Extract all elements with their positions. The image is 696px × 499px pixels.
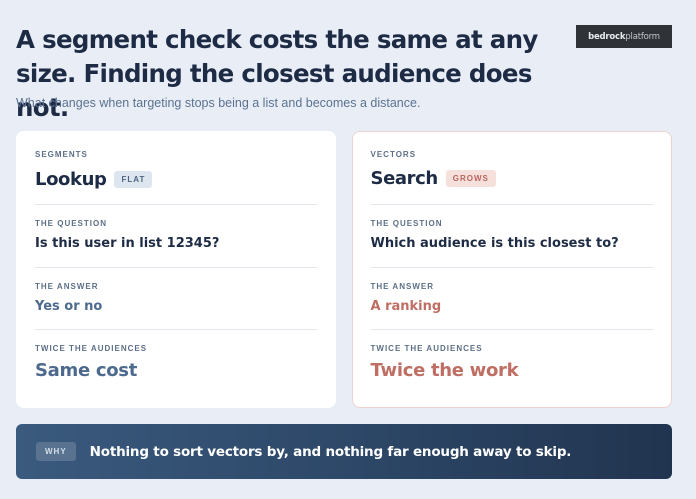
card-eyebrow: VECTORS — [370, 149, 417, 159]
twice-label: TWICE THE AUDIENCES — [370, 343, 483, 353]
answer-label: THE ANSWER — [35, 282, 99, 291]
page-subtitle: What changes when targeting stops being … — [16, 96, 421, 110]
answer-text: A ranking — [370, 298, 442, 314]
logo-word-light: platform — [625, 31, 660, 42]
question-text: Is this user in list 12345? — [35, 236, 220, 251]
question-label: THE QUESTION — [35, 219, 108, 228]
answer-text: Yes or no — [35, 299, 103, 314]
divider — [370, 266, 654, 268]
card-heading-row: Search GROWS — [371, 168, 654, 190]
why-text: Nothing to sort vectors by, and nothing … — [89, 443, 572, 460]
why-banner: WHY Nothing to sort vectors by, and noth… — [16, 424, 672, 479]
divider — [35, 329, 317, 330]
twice-label: TWICE THE AUDIENCES — [35, 344, 148, 353]
card-heading-row: Lookup FLAT — [35, 168, 317, 190]
grows-badge: GROWS — [445, 170, 496, 187]
answer-label: THE ANSWER — [370, 281, 434, 291]
twice-result: Twice the work — [370, 359, 519, 381]
card-heading: Search — [370, 168, 439, 189]
divider — [35, 267, 317, 268]
card-eyebrow: SEGMENTS — [35, 150, 88, 159]
divider — [370, 328, 654, 330]
logo-word-bold: bedrock — [588, 31, 626, 42]
question-label: THE QUESTION — [370, 218, 443, 228]
question-text: Which audience is this closest to? — [370, 235, 619, 251]
card-heading: Lookup — [35, 168, 107, 190]
segments-card: SEGMENTS Lookup FLAT THE QUESTION Is thi… — [16, 131, 336, 408]
why-tag: WHY — [36, 442, 76, 461]
brand-logo: bedrock platform — [576, 25, 672, 48]
twice-result: Same cost — [35, 360, 137, 381]
flat-badge: FLAT — [114, 170, 153, 188]
vectors-card: VECTORS Search GROWS THE QUESTION Which … — [352, 131, 672, 408]
divider — [35, 204, 317, 205]
divider — [370, 203, 654, 205]
